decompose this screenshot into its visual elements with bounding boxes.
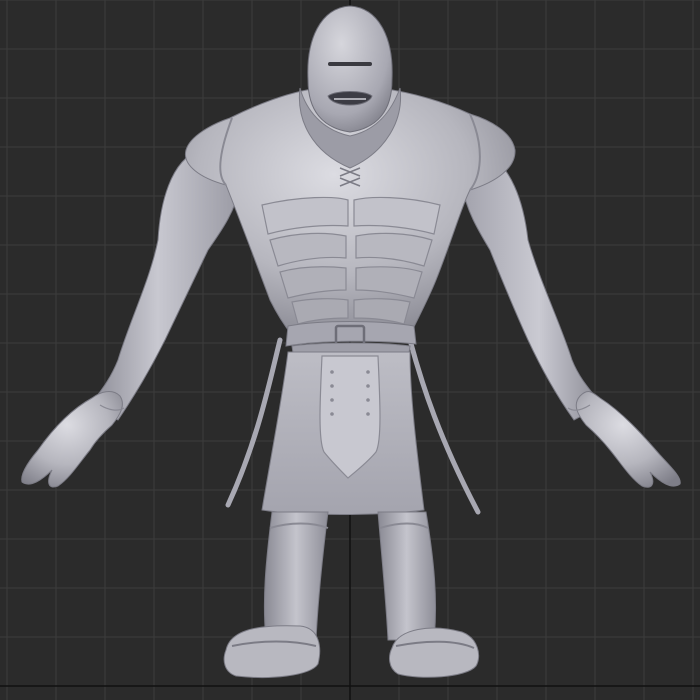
- left-arm: [21, 149, 241, 488]
- tabard: [261, 351, 425, 515]
- right-arm: [461, 149, 681, 488]
- helmet: [307, 5, 393, 133]
- helmet-visor-slit: [328, 62, 372, 66]
- sculpted-character-model[interactable]: [0, 0, 700, 700]
- right-boot: [389, 627, 480, 678]
- 3d-viewport[interactable]: [0, 0, 700, 700]
- legs: [223, 511, 480, 678]
- left-boot: [223, 625, 321, 678]
